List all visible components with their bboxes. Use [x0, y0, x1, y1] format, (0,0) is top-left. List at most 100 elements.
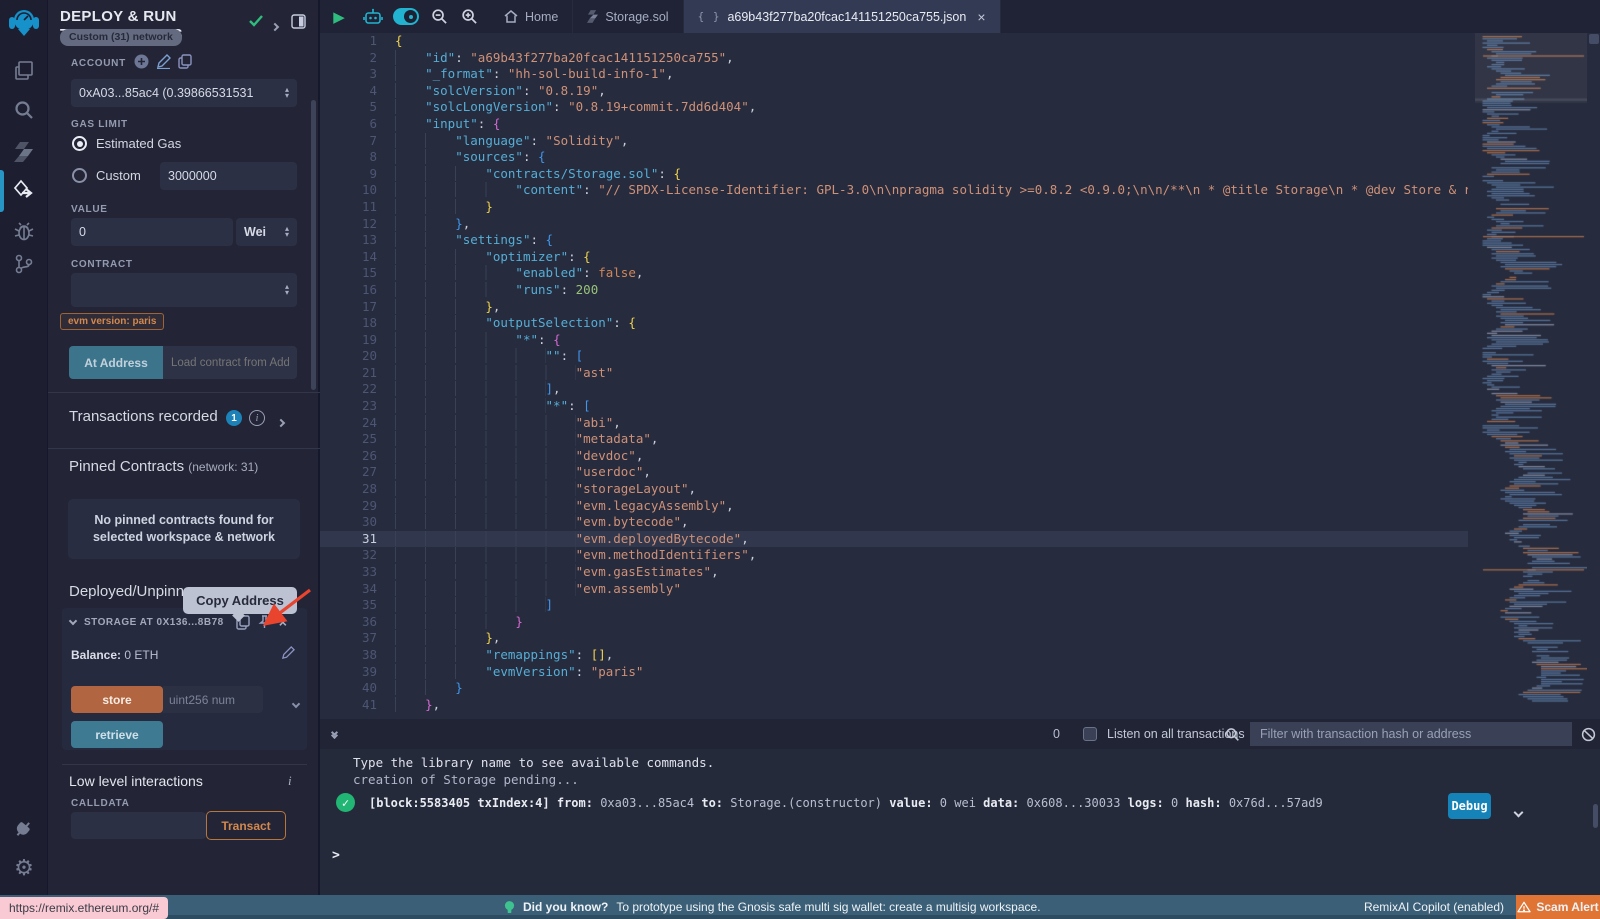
code-line: 32 "evm.methodIdentifiers", [320, 547, 1468, 564]
calldata-input[interactable] [71, 812, 206, 839]
transact-button[interactable]: Transact [206, 811, 286, 840]
environment-ok-check-icon [248, 14, 264, 28]
code-line: 19 "*": { [320, 332, 1468, 349]
low-level-info-icon[interactable]: i [288, 773, 292, 789]
store-function-button[interactable]: store [71, 686, 163, 713]
debug-button[interactable]: Debug [1448, 793, 1491, 819]
search-icon[interactable] [0, 99, 48, 121]
transactions-info-icon[interactable]: i [249, 410, 265, 426]
terminal-scrollbar[interactable] [1593, 804, 1598, 828]
custom-gas-input[interactable] [160, 162, 297, 190]
tab-storage-sol[interactable]: Storage.sol [573, 0, 683, 33]
retrieve-function-button[interactable]: retrieve [71, 721, 163, 748]
copilot-status[interactable]: RemixAI Copilot (enabled) [1364, 895, 1504, 919]
tab-bar: ▶ Home [320, 0, 1600, 33]
tab-build-info-json[interactable]: { } a69b43f277ba20fcac141151250ca755.jso… [684, 0, 1001, 33]
pinned-contracts-title: Pinned Contracts (network: 31) [69, 458, 258, 475]
code-line: 36 } [320, 614, 1468, 631]
home-icon [504, 10, 518, 23]
code-line: 5 "solcLongVersion": "0.8.19+commit.7dd6… [320, 99, 1468, 116]
expand-store-icon[interactable] [293, 694, 299, 712]
at-address-button[interactable]: At Address [69, 346, 163, 379]
zoom-out-icon[interactable] [424, 8, 454, 25]
sign-message-icon[interactable] [156, 54, 171, 69]
transactions-expand-icon[interactable] [278, 413, 284, 431]
collapse-terminal-icon[interactable] [332, 730, 337, 738]
zoom-in-icon[interactable] [454, 8, 484, 25]
code-line: 25 "metadata", [320, 431, 1468, 448]
terminal-log: Type the library name to see available c… [353, 754, 714, 788]
contract-select[interactable]: ▴▾ [71, 273, 297, 307]
editor-region: ▶ Home [320, 0, 1600, 895]
lightbulb-icon [504, 900, 515, 915]
terminal-search-icon[interactable] [1225, 727, 1240, 742]
clear-console-icon[interactable] [1581, 727, 1596, 742]
warning-icon [1517, 901, 1531, 913]
run-script-icon[interactable]: ▶ [320, 8, 358, 26]
code-line: 12 }, [320, 216, 1468, 233]
custom-gas-radio[interactable] [72, 168, 87, 183]
value-unit-select[interactable]: Wei ▴▾ [236, 218, 297, 246]
transactions-count-badge: 1 [226, 410, 242, 426]
balance-value: 0 ETH [124, 648, 158, 662]
calldata-label: CALLDATA [71, 798, 130, 809]
code-line: 6 "input": { [320, 116, 1468, 133]
scam-alert-button[interactable]: Scam Alert [1516, 895, 1600, 919]
source-control-icon[interactable] [0, 253, 48, 275]
file-explorer-icon[interactable] [0, 60, 48, 82]
json-file-icon: { } [698, 10, 721, 23]
code-line: 20 "": [ [320, 348, 1468, 365]
account-select[interactable]: 0xA03...85ac4 (0.39866531531 ▴▾ [71, 79, 297, 107]
listen-all-label: Listen on all transactions [1107, 727, 1245, 741]
code-editor[interactable]: 1{2 "id": "a69b43f277ba20fcac141151250ca… [320, 33, 1600, 719]
code-line: 29 "evm.legacyAssembly", [320, 498, 1468, 515]
network-badge: Custom (31) network [60, 29, 182, 46]
load-contract-input[interactable] [163, 346, 297, 379]
tip-text: To prototype using the Gnosis safe multi… [616, 900, 1040, 914]
ai-assistant-icon[interactable] [358, 8, 388, 26]
create-account-icon[interactable] [134, 54, 149, 69]
edit-balance-icon[interactable] [281, 646, 295, 660]
copilot-toggle[interactable] [388, 8, 424, 25]
editor-scrollbar[interactable] [1588, 33, 1600, 719]
plugin-manager-icon[interactable] [0, 818, 48, 840]
contract-collapse-icon[interactable] [69, 617, 77, 625]
settings-gear-icon[interactable]: ⚙ [0, 855, 48, 881]
did-you-know-tip: Did you know? To prototype using the Gno… [504, 895, 1041, 919]
account-stepper-icon[interactable]: ▴▾ [285, 87, 289, 99]
expand-tx-icon[interactable] [1515, 801, 1522, 820]
terminal-prompt: > [332, 848, 340, 863]
listen-all-checkbox[interactable] [1083, 727, 1097, 741]
close-tab-icon[interactable]: × [977, 9, 985, 25]
transaction-filter-input[interactable] [1250, 722, 1572, 746]
tx-summary: [block:5583405 txIndex:4] from: 0xa03...… [369, 796, 1323, 810]
pinned-network-note: (network: 31) [188, 460, 258, 474]
remix-logo-icon[interactable] [0, 7, 48, 39]
panel-scrollbar[interactable] [311, 100, 316, 390]
custom-gas-option[interactable]: Custom [72, 168, 141, 183]
code-line: 17 }, [320, 299, 1468, 316]
value-unit-stepper-icon[interactable]: ▴▾ [285, 226, 289, 238]
value-input[interactable] [71, 218, 233, 246]
copy-account-icon[interactable] [178, 54, 192, 69]
tx-success-icon: ✓ [336, 793, 355, 812]
panel-forward-icon[interactable] [272, 17, 278, 35]
estimated-gas-radio[interactable] [72, 136, 87, 151]
contract-instance-name: STORAGE AT 0X136...8B78 [84, 617, 224, 628]
terminal[interactable]: Type the library name to see available c… [320, 749, 1600, 895]
tab-home[interactable]: Home [490, 0, 573, 33]
pin-side-panel-icon[interactable] [291, 14, 306, 29]
code-line: 4 "solcVersion": "0.8.19", [320, 83, 1468, 100]
deploy-run-panel: DEPLOY & RUN TRANSACTIONS Custom (31) ne… [48, 0, 320, 895]
store-argument-input[interactable] [163, 686, 263, 713]
transaction-result-row[interactable]: ✓ [block:5583405 txIndex:4] from: 0xa03.… [336, 793, 1450, 812]
tip-bold: Did you know? [523, 900, 608, 914]
contract-stepper-icon[interactable]: ▴▾ [285, 284, 289, 296]
debugger-icon[interactable] [0, 220, 48, 242]
code-line: 1{ [320, 33, 1468, 50]
deploy-run-icon[interactable] [0, 179, 48, 203]
minimap[interactable] [1475, 33, 1587, 719]
estimated-gas-option[interactable]: Estimated Gas [72, 136, 181, 151]
solidity-compiler-icon[interactable] [0, 141, 48, 163]
code-line: 27 "userdoc", [320, 464, 1468, 481]
